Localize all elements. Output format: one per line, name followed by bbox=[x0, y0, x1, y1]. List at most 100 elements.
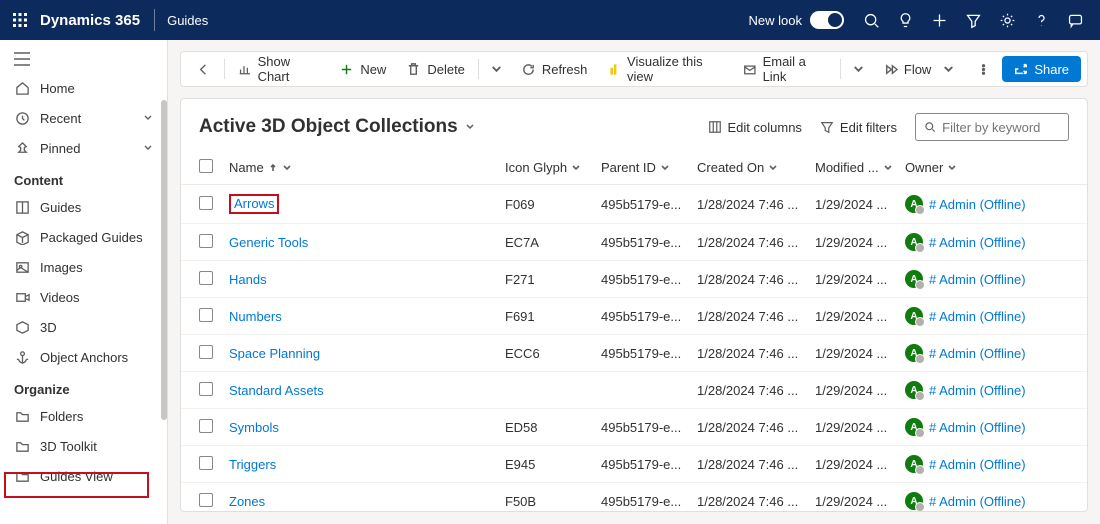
lightbulb-icon[interactable] bbox=[888, 0, 922, 40]
row-name-link[interactable]: Triggers bbox=[229, 457, 276, 472]
hamburger-icon[interactable] bbox=[0, 46, 167, 73]
column-header-icon[interactable]: Icon Glyph bbox=[505, 160, 589, 175]
flow-button[interactable]: Flow bbox=[874, 52, 965, 86]
cell-icon bbox=[499, 372, 595, 409]
row-checkbox[interactable] bbox=[199, 419, 213, 433]
owner-link[interactable]: # Admin (Offline) bbox=[929, 383, 1026, 398]
owner-link[interactable]: # Admin (Offline) bbox=[929, 235, 1026, 250]
nav-anchors-label: Object Anchors bbox=[40, 350, 128, 365]
search-input[interactable] bbox=[915, 113, 1069, 141]
nav-anchors[interactable]: Object Anchors bbox=[0, 342, 167, 372]
row-name-link[interactable]: Zones bbox=[229, 494, 265, 509]
nav-videos[interactable]: Videos bbox=[0, 282, 167, 312]
cell-created: 1/28/2024 7:46 ... bbox=[691, 372, 809, 409]
nav-3d-toolkit[interactable]: 3D Toolkit bbox=[0, 431, 167, 461]
column-header-created[interactable]: Created On bbox=[697, 160, 803, 175]
row-checkbox[interactable] bbox=[199, 345, 213, 359]
nav-home[interactable]: Home bbox=[0, 73, 167, 103]
select-all-checkbox[interactable] bbox=[199, 159, 213, 173]
view-title[interactable]: Active 3D Object Collections bbox=[199, 116, 476, 138]
avatar: A bbox=[905, 381, 923, 399]
nav-section-organize: Organize bbox=[0, 372, 167, 401]
edit-columns-button[interactable]: Edit columns bbox=[708, 120, 802, 135]
search-icon[interactable] bbox=[854, 0, 888, 40]
cube-icon bbox=[14, 319, 30, 335]
email-dropdown[interactable] bbox=[845, 52, 872, 86]
owner-link[interactable]: # Admin (Offline) bbox=[929, 346, 1026, 361]
table-row[interactable]: NumbersF691495b5179-e...1/28/2024 7:46 .… bbox=[181, 298, 1087, 335]
table-row[interactable]: Generic ToolsEC7A495b5179-e...1/28/2024 … bbox=[181, 224, 1087, 261]
table-row[interactable]: HandsF271495b5179-e...1/28/2024 7:46 ...… bbox=[181, 261, 1087, 298]
refresh-button[interactable]: Refresh bbox=[512, 52, 597, 86]
cell-modified: 1/29/2024 ... bbox=[809, 335, 899, 372]
cell-parent: 495b5179-e... bbox=[595, 298, 691, 335]
new-look-label: New look bbox=[749, 13, 802, 28]
row-name-link[interactable]: Space Planning bbox=[229, 346, 320, 361]
delete-dropdown[interactable] bbox=[483, 52, 510, 86]
row-name-link[interactable]: Numbers bbox=[229, 309, 282, 324]
nav-pinned[interactable]: Pinned bbox=[0, 133, 167, 163]
owner-link[interactable]: # Admin (Offline) bbox=[929, 494, 1026, 509]
new-look-toggle[interactable]: New look bbox=[749, 11, 844, 29]
owner-link[interactable]: # Admin (Offline) bbox=[929, 272, 1026, 287]
row-checkbox[interactable] bbox=[199, 382, 213, 396]
table-row[interactable]: SymbolsED58495b5179-e...1/28/2024 7:46 .… bbox=[181, 409, 1087, 446]
show-chart-button[interactable]: Show Chart bbox=[229, 52, 328, 86]
table-row[interactable]: ArrowsF069495b5179-e...1/28/2024 7:46 ..… bbox=[181, 185, 1087, 224]
filter-icon[interactable] bbox=[956, 0, 990, 40]
owner-link[interactable]: # Admin (Offline) bbox=[929, 420, 1026, 435]
visualize-button[interactable]: Visualize this view bbox=[598, 52, 732, 86]
app-launcher-icon[interactable] bbox=[8, 8, 32, 32]
row-checkbox[interactable] bbox=[199, 308, 213, 322]
visualize-label: Visualize this view bbox=[627, 54, 723, 84]
email-link-button[interactable]: Email a Link bbox=[734, 52, 836, 86]
chat-icon[interactable] bbox=[1058, 0, 1092, 40]
row-checkbox[interactable] bbox=[199, 234, 213, 248]
cell-icon: ECC6 bbox=[499, 335, 595, 372]
pin-icon bbox=[14, 140, 30, 156]
folder-icon bbox=[14, 468, 30, 484]
gear-icon[interactable] bbox=[990, 0, 1024, 40]
help-icon[interactable] bbox=[1024, 0, 1058, 40]
nav-folders[interactable]: Folders bbox=[0, 401, 167, 431]
nav-packaged[interactable]: Packaged Guides bbox=[0, 222, 167, 252]
plus-icon[interactable] bbox=[922, 0, 956, 40]
delete-button[interactable]: Delete bbox=[397, 52, 474, 86]
edit-filters-button[interactable]: Edit filters bbox=[820, 120, 897, 135]
column-header-modified[interactable]: Modified ... bbox=[815, 160, 893, 175]
table-row[interactable]: Standard Assets1/28/2024 7:46 ...1/29/20… bbox=[181, 372, 1087, 409]
row-name-link[interactable]: Arrows bbox=[234, 196, 274, 211]
column-header-owner[interactable]: Owner bbox=[905, 160, 1081, 175]
new-button[interactable]: New bbox=[330, 52, 395, 86]
search-field[interactable] bbox=[942, 120, 1060, 135]
table-row[interactable]: Space PlanningECC6495b5179-e...1/28/2024… bbox=[181, 335, 1087, 372]
book-icon bbox=[14, 199, 30, 215]
overflow-button[interactable] bbox=[967, 52, 1000, 86]
nav-guides-view[interactable]: Guides View bbox=[0, 461, 167, 491]
share-button[interactable]: Share bbox=[1002, 56, 1081, 82]
row-name-link[interactable]: Hands bbox=[229, 272, 267, 287]
owner-link[interactable]: # Admin (Offline) bbox=[929, 197, 1026, 212]
nav-recent[interactable]: Recent bbox=[0, 103, 167, 133]
row-checkbox[interactable] bbox=[199, 456, 213, 470]
scrollbar[interactable] bbox=[161, 100, 167, 420]
row-name-link[interactable]: Generic Tools bbox=[229, 235, 308, 250]
nav-guides[interactable]: Guides bbox=[0, 192, 167, 222]
nav-images[interactable]: Images bbox=[0, 252, 167, 282]
back-button[interactable] bbox=[187, 52, 220, 86]
cell-created: 1/28/2024 7:46 ... bbox=[691, 298, 809, 335]
table-row[interactable]: TriggersE945495b5179-e...1/28/2024 7:46 … bbox=[181, 446, 1087, 483]
row-name-link[interactable]: Symbols bbox=[229, 420, 279, 435]
row-checkbox[interactable] bbox=[199, 493, 213, 507]
row-checkbox[interactable] bbox=[199, 196, 213, 210]
cell-created: 1/28/2024 7:46 ... bbox=[691, 409, 809, 446]
owner-link[interactable]: # Admin (Offline) bbox=[929, 457, 1026, 472]
row-checkbox[interactable] bbox=[199, 271, 213, 285]
table-row[interactable]: ZonesF50B495b5179-e...1/28/2024 7:46 ...… bbox=[181, 483, 1087, 512]
nav-3d[interactable]: 3D bbox=[0, 312, 167, 342]
toggle-switch[interactable] bbox=[810, 11, 844, 29]
column-header-name[interactable]: Name bbox=[229, 160, 493, 175]
owner-link[interactable]: # Admin (Offline) bbox=[929, 309, 1026, 324]
row-name-link[interactable]: Standard Assets bbox=[229, 383, 324, 398]
column-header-parent[interactable]: Parent ID bbox=[601, 160, 685, 175]
